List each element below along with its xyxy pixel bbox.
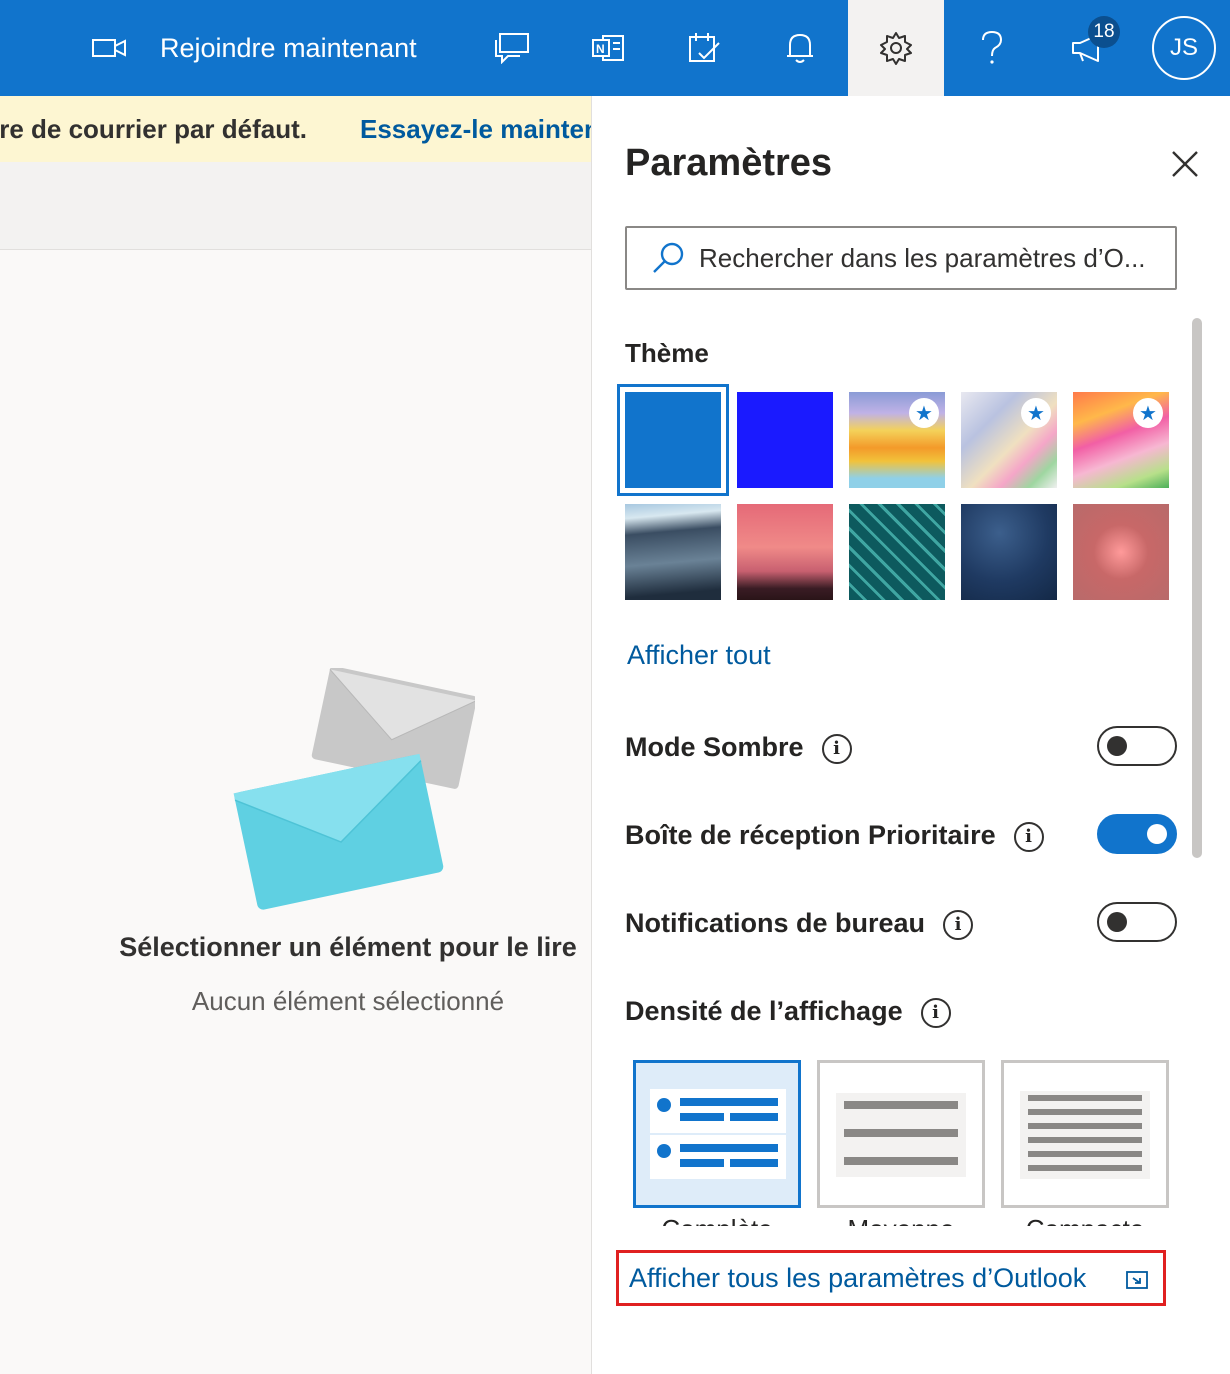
bell-icon [787, 33, 813, 63]
notice-text: ire de courrier par défaut. [0, 114, 307, 144]
info-icon[interactable]: i [1013, 821, 1044, 852]
theme-bokeh[interactable] [1073, 504, 1169, 600]
video-icon [92, 39, 126, 57]
default-mail-notice: ire de courrier par défaut. Essayez-le m… [0, 96, 592, 162]
info-icon[interactable]: i [920, 997, 951, 1028]
theme-rainbow-stripes[interactable]: ★ [849, 392, 945, 488]
info-icon[interactable]: i [943, 909, 974, 940]
display-density-label: Densité de l’affichage [625, 996, 903, 1026]
dark-mode-label: Mode Sombre [625, 732, 804, 762]
join-now-button[interactable]: Rejoindre maintenant [92, 24, 417, 72]
desktop-notifications-label: Notifications de bureau [625, 908, 926, 938]
chat-icon [495, 33, 529, 64]
all-settings-highlight: Afficher tous les paramètres d’Outlook [616, 1250, 1166, 1306]
theme-palm-sunset[interactable] [737, 504, 833, 600]
settings-title: Paramètres [625, 142, 833, 184]
desktop-notifications-row: Notifications de bureau i [625, 908, 974, 940]
todo-button[interactable] [656, 0, 752, 96]
settings-button[interactable] [848, 0, 944, 96]
envelopes-illustration [233, 668, 475, 910]
onenote-icon: N [592, 35, 624, 61]
density-full-label: Complète [633, 1214, 801, 1226]
dark-mode-row: Mode Sombre i [625, 732, 852, 764]
close-icon[interactable] [1169, 148, 1201, 180]
focused-inbox-row: Boîte de réception Prioritaire i [625, 820, 1044, 852]
settings-search-box[interactable] [625, 226, 1177, 290]
announcement-badge: 18 [1088, 16, 1120, 48]
density-medium-label: Moyenne [817, 1214, 985, 1226]
theme-label: Thème [625, 338, 709, 368]
theme-ribbons[interactable]: ★ [961, 392, 1057, 488]
desktop-notifications-toggle[interactable] [1097, 902, 1177, 942]
theme-blue[interactable] [617, 384, 729, 496]
density-compact-label: Compacte [1001, 1214, 1169, 1226]
join-now-label: Rejoindre maintenant [160, 32, 417, 63]
settings-panel: Paramètres Thème ★ ★ ★ Afficher tout Mod… [591, 96, 1230, 1374]
command-bar [0, 162, 592, 250]
theme-circuit[interactable] [849, 504, 945, 600]
density-medium-option[interactable] [817, 1060, 985, 1208]
theme-unicorn[interactable]: ★ [1073, 392, 1169, 488]
chat-button[interactable] [464, 0, 560, 96]
focused-inbox-toggle[interactable] [1097, 814, 1177, 854]
top-bar: Rejoindre maintenant N 18 JS [0, 0, 1230, 96]
try-now-link[interactable]: Essayez-le mainten [360, 114, 592, 145]
density-medium-preview [836, 1093, 966, 1177]
density-compact-option[interactable] [1001, 1060, 1169, 1208]
whats-new-button[interactable] [1040, 0, 1136, 96]
settings-scrollbar[interactable] [1192, 318, 1202, 858]
tasks-icon [689, 33, 720, 62]
info-icon[interactable]: i [821, 733, 852, 764]
display-density-row: Densité de l’affichage i [625, 996, 951, 1028]
star-icon: ★ [1021, 398, 1051, 428]
star-icon: ★ [1133, 398, 1163, 428]
settings-search-input[interactable] [699, 242, 1159, 274]
search-icon [653, 242, 684, 273]
theme-innovation[interactable] [961, 504, 1057, 600]
avatar[interactable]: JS [1152, 16, 1216, 80]
view-all-outlook-settings-link[interactable]: Afficher tous les paramètres d’Outlook [629, 1263, 1086, 1294]
help-button[interactable] [944, 0, 1040, 96]
density-compact-preview [1020, 1091, 1150, 1179]
help-icon [982, 30, 1003, 64]
density-full-preview [650, 1089, 786, 1179]
svg-text:N: N [596, 42, 605, 56]
focused-inbox-label: Boîte de réception Prioritaire [625, 820, 996, 850]
notifications-button[interactable] [752, 0, 848, 96]
star-icon: ★ [909, 398, 939, 428]
onenote-button[interactable]: N [560, 0, 656, 96]
settings-icon [880, 32, 912, 65]
theme-mountain[interactable] [625, 504, 721, 600]
open-in-new-icon[interactable] [1125, 1269, 1149, 1291]
density-full-option[interactable] [633, 1060, 801, 1208]
dark-mode-toggle[interactable] [1097, 726, 1177, 766]
theme-dark-blue[interactable] [737, 392, 833, 488]
show-all-themes-link[interactable]: Afficher tout [627, 640, 771, 671]
